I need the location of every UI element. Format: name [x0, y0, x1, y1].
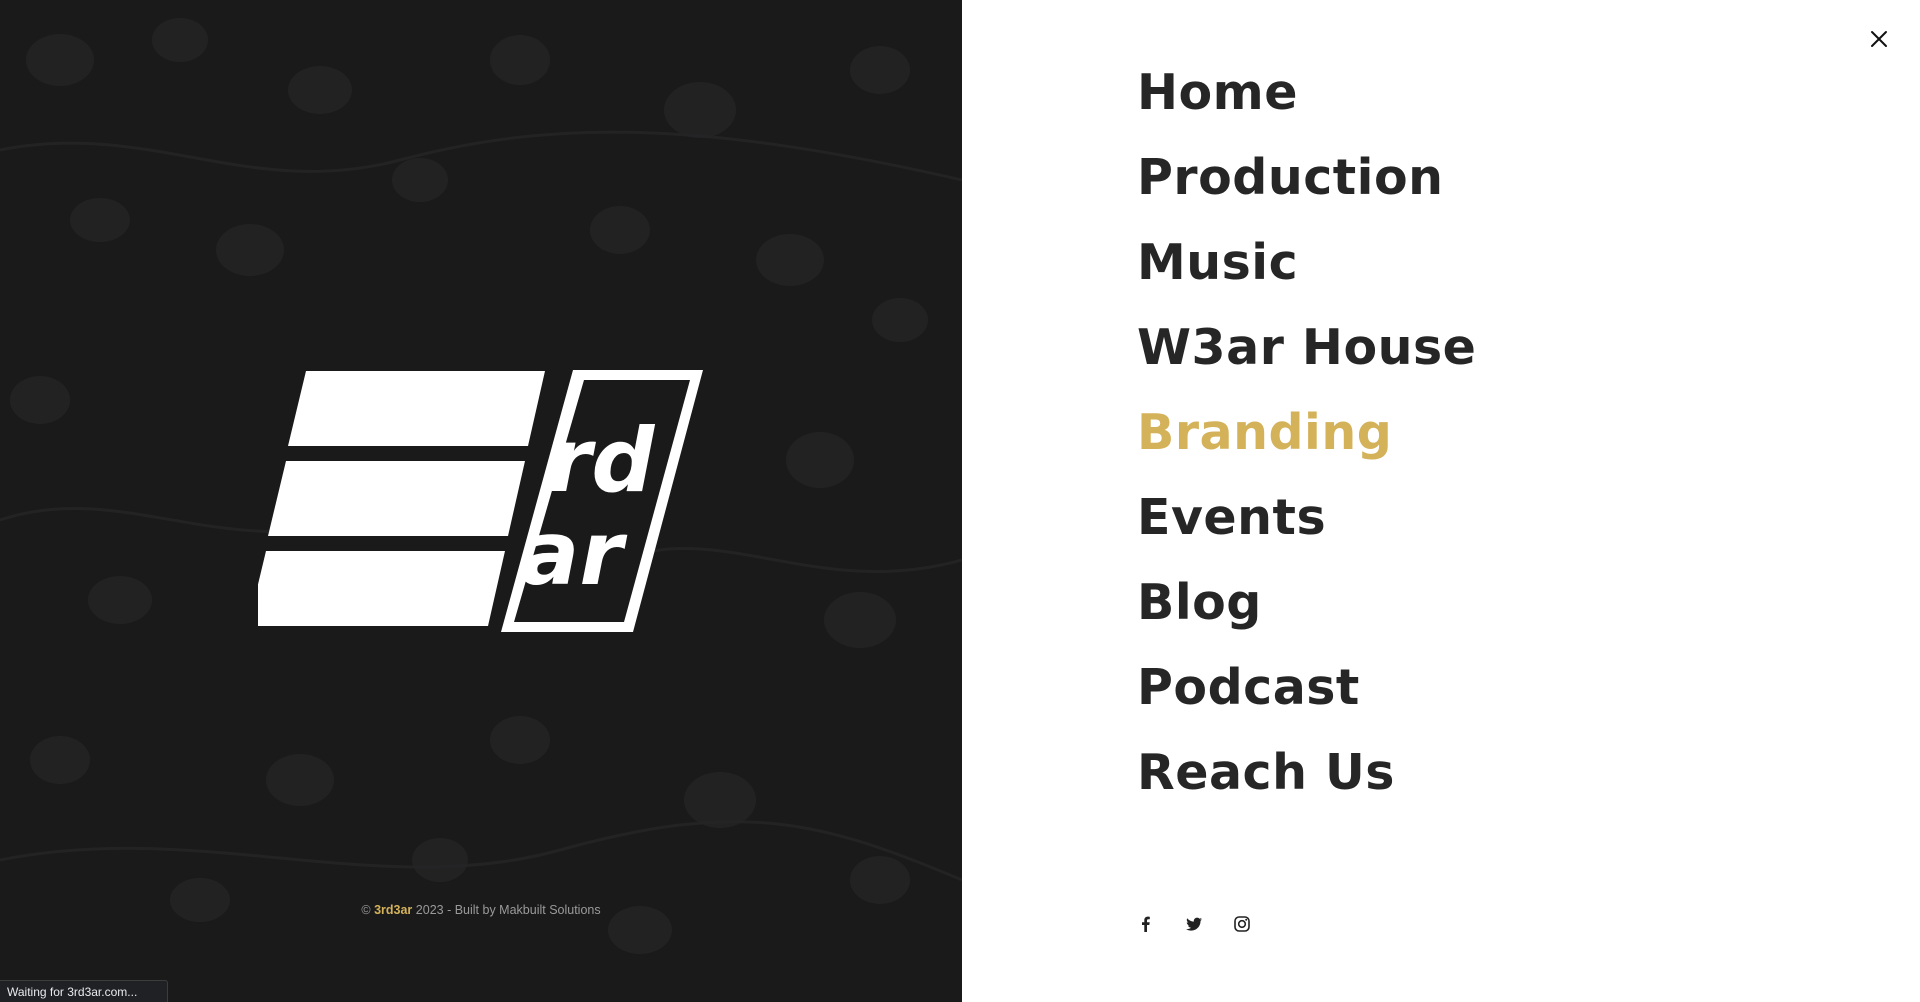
nav-item-blog: Blog	[1137, 560, 1476, 645]
browser-status-bar: Waiting for 3rd3ar.com...	[0, 980, 168, 1002]
nav-item-w3ar-house: W3ar House	[1137, 305, 1476, 390]
nav-link-reach-us[interactable]: Reach Us	[1137, 744, 1395, 801]
3rd3ar-logo: rd ar	[258, 370, 703, 632]
brand-panel: rd ar © 3rd3ar 2023 - Built by Makbuilt …	[0, 0, 962, 1002]
nav-item-reach-us: Reach Us	[1137, 730, 1476, 815]
menu-panel: Home Production Music W3ar House Brandin…	[962, 0, 1920, 1002]
nav-link-w3ar-house[interactable]: W3ar House	[1137, 319, 1476, 376]
nav-item-home: Home	[1137, 50, 1476, 135]
copyright-brand-link[interactable]: 3rd3ar	[374, 903, 412, 917]
copyright-text: 2023 - Built by Makbuilt Solutions	[415, 903, 601, 917]
social-links	[1137, 915, 1251, 933]
nav-link-branding[interactable]: Branding	[1137, 404, 1392, 461]
logo-text-ar: ar	[520, 502, 627, 605]
close-icon[interactable]	[1868, 28, 1890, 50]
instagram-icon[interactable]	[1233, 915, 1251, 933]
nav-item-branding: Branding	[1137, 390, 1476, 475]
copyright-symbol: ©	[361, 903, 371, 917]
nav-link-production[interactable]: Production	[1137, 149, 1444, 206]
nav-item-music: Music	[1137, 220, 1476, 305]
nav-item-production: Production	[1137, 135, 1476, 220]
nav-link-home[interactable]: Home	[1137, 64, 1298, 121]
nav-link-music[interactable]: Music	[1137, 234, 1298, 291]
main-navigation: Home Production Music W3ar House Brandin…	[1137, 50, 1476, 815]
nav-item-events: Events	[1137, 475, 1476, 560]
footer-copyright: © 3rd3ar 2023 - Built by Makbuilt Soluti…	[0, 903, 962, 917]
logo-text-rd: rd	[548, 409, 655, 512]
facebook-icon[interactable]	[1137, 915, 1155, 933]
nav-link-podcast[interactable]: Podcast	[1137, 659, 1360, 716]
nav-item-podcast: Podcast	[1137, 645, 1476, 730]
nav-link-blog[interactable]: Blog	[1137, 574, 1262, 631]
nav-link-events[interactable]: Events	[1137, 489, 1326, 546]
twitter-icon[interactable]	[1185, 915, 1203, 933]
